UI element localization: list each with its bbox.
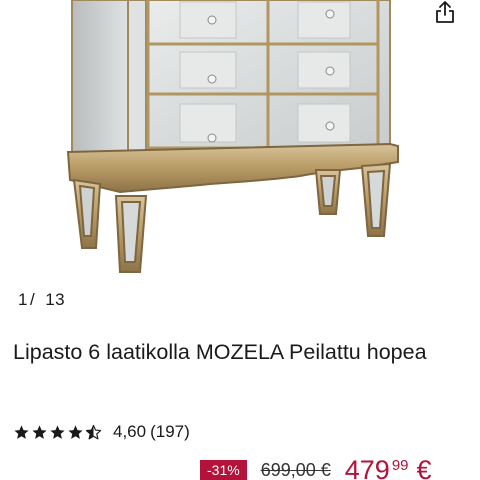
star-full-icon — [68, 424, 83, 439]
star-full-icon — [32, 424, 47, 439]
product-page: 1/ 13 Lipasto 6 laatikolla MOZELA Peilatt… — [0, 0, 480, 480]
current-price-currency: € — [416, 454, 432, 480]
share-button[interactable] — [434, 0, 464, 26]
current-price: 479 99 € — [345, 455, 432, 480]
old-price: 699,00 € — [260, 459, 331, 480]
price-row: -31% 699,00 € 479 99 € — [200, 454, 432, 480]
gallery-total: 13 — [45, 290, 66, 309]
product-image[interactable] — [0, 0, 480, 280]
rating-row[interactable]: 4,60 (197) — [13, 421, 190, 443]
star-full-icon — [50, 424, 65, 439]
current-price-cents: 99 — [391, 456, 409, 474]
discount-badge: -31% — [200, 460, 247, 480]
rating-value: 4,60 — [113, 422, 147, 441]
star-full-icon — [14, 424, 29, 439]
rating-summary: 4,60 (197) — [113, 422, 190, 442]
share-icon — [436, 1, 454, 23]
gallery-current: 1 — [18, 290, 28, 309]
gallery-counter: 1/ 13 — [18, 290, 65, 310]
product-title: Lipasto 6 laatikolla MOZELA Peilattu hop… — [13, 340, 427, 364]
rating-stars — [13, 424, 103, 441]
review-count: (197) — [150, 422, 190, 441]
dresser-illustration — [66, 0, 399, 273]
current-price-main: 479 — [344, 454, 390, 480]
gallery-separator: / — [29, 290, 36, 309]
star-half-icon — [85, 424, 102, 439]
